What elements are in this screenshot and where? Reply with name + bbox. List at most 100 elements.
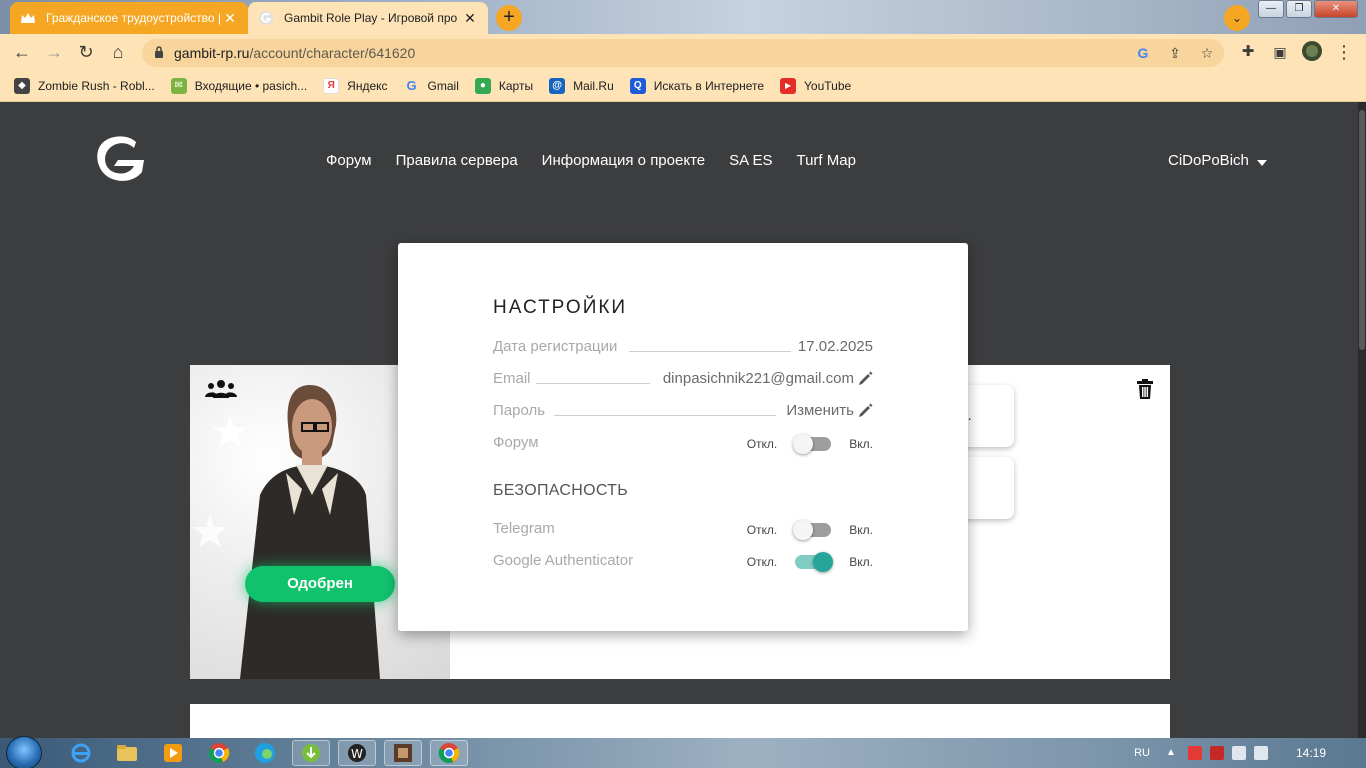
explorer-folder-icon[interactable] (108, 740, 146, 766)
registration-value: 17.02.2025 (797, 338, 873, 355)
extensions-puzzle-icon[interactable]: ✚ (1236, 40, 1260, 64)
password-change-link[interactable]: Изменить (786, 402, 873, 419)
pencil-edit-icon[interactable] (858, 371, 873, 386)
telegram-off-label: Откл. (746, 523, 778, 537)
bookmark-item[interactable]: Q Искать в Интернете (629, 77, 764, 94)
bookmark-item[interactable]: ● Карты (474, 77, 533, 94)
gambit-favicon-icon (258, 10, 274, 26)
tab-title: Gambit Role Play - Игровой про (284, 11, 458, 25)
url-text[interactable]: gambit-rp.ru/account/character/641620 (174, 45, 415, 61)
email-value-wrap[interactable]: dinpasichnik221@gmail.com (663, 370, 873, 387)
google-auth-on-label: Вкл. (849, 555, 873, 569)
email-label: Email (493, 370, 531, 387)
security-shield-icon[interactable] (1209, 746, 1224, 760)
bookmark-item[interactable]: Я Яндекс (323, 77, 388, 94)
system-tray: RU ▲ 14:19 (1134, 738, 1366, 768)
language-indicator[interactable]: RU (1134, 747, 1150, 759)
os-taskbar: W RU ▲ 14:19 (0, 736, 1366, 768)
gambit-logo-icon[interactable] (92, 132, 148, 184)
nav-sa-es[interactable]: SA ES (729, 152, 772, 169)
lock-icon[interactable] (154, 45, 164, 59)
address-bar[interactable]: gambit-rp.ru/account/character/641620 G … (142, 39, 1224, 67)
dotted-leader (554, 415, 776, 416)
forum-label: Форум (493, 434, 539, 451)
nav-project-info[interactable]: Информация о проекте (542, 152, 705, 169)
bookmark-label: Mail.Ru (573, 78, 614, 93)
maps-pin-icon: ● (474, 77, 491, 94)
window-close-icon[interactable]: ✕ (1314, 0, 1358, 18)
volume-icon[interactable] (1231, 746, 1246, 760)
google-auth-toggle[interactable] (795, 552, 834, 572)
caret-down-icon (1256, 159, 1267, 166)
home-icon[interactable]: ⌂ (106, 40, 130, 64)
edge-icon[interactable] (246, 740, 284, 766)
game-app-icon[interactable] (384, 740, 422, 766)
bookmark-item[interactable]: ◆ Zombie Rush - Robl... (14, 77, 155, 94)
google-auth-row: Google Authenticator Откл. Вкл. (493, 552, 873, 572)
maximize-icon[interactable]: ❐ (1286, 0, 1312, 18)
media-player-icon[interactable] (154, 740, 192, 766)
tab-search-chevron-icon[interactable]: ⌄ (1224, 5, 1250, 31)
share-icon[interactable]: ⇪ (1166, 44, 1184, 62)
status-badge: Одобрен (245, 566, 395, 602)
side-panel-icon[interactable]: ▣ (1268, 40, 1292, 64)
tray-expand-icon[interactable]: ▲ (1166, 746, 1180, 760)
bookmark-item[interactable]: ✉ Входящие • pasich... (170, 77, 307, 94)
tab-close-icon[interactable]: ✕ (222, 10, 238, 26)
flag-warning-icon[interactable] (1187, 746, 1202, 760)
pencil-edit-icon[interactable] (858, 403, 873, 418)
roblox-icon: ◆ (14, 77, 30, 94)
google-auth-off-label: Откл. (746, 555, 778, 569)
bookmark-label: YouTube (804, 78, 852, 93)
profile-avatar-icon[interactable] (1300, 40, 1324, 64)
bookmark-item[interactable]: ▶ YouTube (780, 77, 852, 94)
network-signal-icon[interactable] (1253, 746, 1268, 760)
forum-toggle[interactable] (793, 434, 832, 454)
yandex-icon: Я (323, 77, 340, 94)
user-menu[interactable]: CiDoPoBich (1168, 152, 1267, 169)
forward-arrow-icon[interactable]: → (42, 40, 66, 64)
start-button-icon[interactable] (6, 736, 42, 768)
main-nav: Форум Правила сервера Информация о проек… (326, 152, 880, 169)
settings-title: НАСТРОЙКИ (493, 297, 628, 318)
youtube-icon: ▶ (780, 77, 797, 94)
google-translate-icon[interactable]: G (1134, 44, 1152, 62)
toggle-knob (793, 520, 814, 540)
bookmark-label: Gmail (427, 78, 459, 93)
registration-row: Дата регистрации 17.02.2025 (493, 338, 873, 358)
chrome-icon[interactable] (200, 740, 238, 766)
nav-server-rules[interactable]: Правила сервера (396, 152, 518, 169)
chrome-active-icon[interactable] (430, 740, 468, 766)
minimize-icon[interactable]: — (1258, 0, 1284, 18)
browser-toolbar: ← → ↻ ⌂ gambit-rp.ru/account/character/6… (0, 34, 1366, 70)
reload-icon[interactable]: ↻ (74, 40, 98, 64)
bookmark-star-icon[interactable]: ☆ (1198, 44, 1216, 62)
page-scrollbar[interactable] (1358, 102, 1366, 738)
settings-modal: НАСТРОЙКИ Дата регистрации 17.02.2025 Em… (398, 243, 968, 631)
security-title: БЕЗОПАСНОСТЬ (493, 482, 629, 499)
nav-forum[interactable]: Форум (326, 152, 372, 169)
tab-active[interactable]: Gambit Role Play - Игровой про ✕ (248, 2, 488, 34)
scrollbar-thumb[interactable] (1359, 110, 1365, 350)
window-controls: — ❐ ✕ (1256, 0, 1358, 18)
clock[interactable]: 14:19 (1296, 746, 1326, 760)
password-label: Пароль (493, 402, 546, 419)
tab-inactive[interactable]: Гражданское трудоустройство | ✕ (10, 2, 248, 34)
back-arrow-icon[interactable]: ← (10, 40, 34, 64)
game-launcher-icon[interactable]: W (338, 740, 376, 766)
trash-icon[interactable] (1136, 379, 1154, 399)
bookmark-item[interactable]: G Gmail (404, 78, 459, 94)
nav-turf-map[interactable]: Turf Map (796, 152, 855, 169)
torrent-icon[interactable] (292, 740, 330, 766)
toggle-knob (813, 552, 834, 572)
menu-kebab-icon[interactable]: ⋮ (1332, 40, 1356, 64)
bookmark-item[interactable]: @ Mail.Ru (549, 77, 614, 94)
users-group-icon[interactable] (204, 379, 238, 399)
ie-icon[interactable] (62, 740, 100, 766)
bookmark-label: Zombie Rush - Robl... (38, 78, 155, 93)
dotted-leader (629, 351, 791, 352)
telegram-toggle[interactable] (793, 520, 832, 540)
tab-close-icon[interactable]: ✕ (462, 10, 478, 26)
new-tab-button[interactable]: + (496, 5, 522, 31)
registration-label: Дата регистрации (493, 338, 618, 355)
